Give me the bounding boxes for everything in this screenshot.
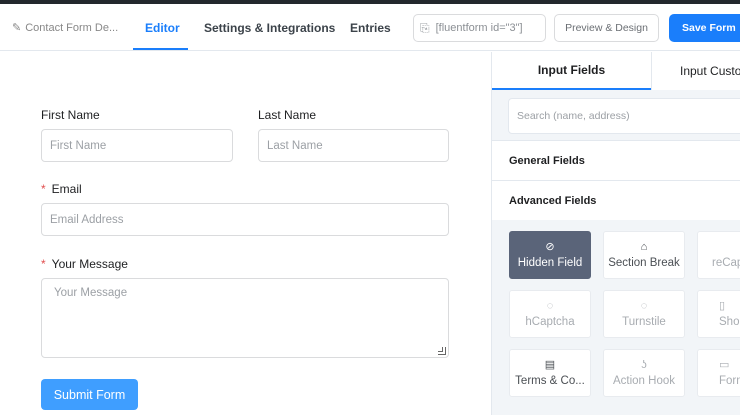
field-hcaptcha[interactable]: ◌ hCaptcha [509, 290, 591, 338]
copy-icon: ⎘ [420, 20, 430, 35]
field-hidden-field[interactable]: ⊘ Hidden Field [509, 231, 591, 279]
field-action-hook[interactable]: ʖ Action Hook [603, 349, 685, 397]
field-search-input[interactable]: Search (name, address) [508, 98, 740, 134]
tab-settings-integrations[interactable]: Settings & Integrations [204, 21, 335, 35]
form-step-icon: ▭ [719, 359, 730, 371]
field-terms-conditions[interactable]: ▤ Terms & Co... [509, 349, 591, 397]
tab-input-fields[interactable]: Input Fields [492, 52, 651, 90]
field-turnstile[interactable]: ◌ Turnstile [603, 290, 685, 338]
message-textarea[interactable]: Your Message [41, 278, 449, 358]
editor-header: ✎ Contact Form De... Editor Settings & I… [0, 4, 740, 51]
required-mark: * [41, 182, 46, 196]
terms-icon: ▤ [544, 359, 556, 371]
message-label: * Your Message [41, 257, 128, 271]
hcaptcha-icon: ◌ [546, 300, 554, 312]
form-title[interactable]: ✎ Contact Form De... [12, 21, 118, 35]
required-mark: * [41, 257, 46, 271]
field-recaptcha[interactable]: ◌ reCaptcha [697, 231, 740, 279]
field-form-step[interactable]: ▭ Form Step [697, 349, 740, 397]
last-name-label: Last Name [258, 108, 317, 122]
section-general-fields[interactable]: General Fields [492, 140, 740, 180]
field-section-break[interactable]: ⌂ Section Break [603, 231, 685, 279]
section-break-icon: ⌂ [640, 241, 648, 253]
email-label: * Email [41, 182, 82, 196]
preview-design-button[interactable]: Preview & Design [554, 14, 659, 42]
first-name-input[interactable]: First Name [41, 129, 233, 162]
tab-input-customization[interactable]: Input Customization [651, 52, 740, 90]
field-shortcode[interactable]: ▯ Shortcode [697, 290, 740, 338]
fields-sidebar: Input Fields Input Customization Search … [491, 52, 740, 415]
form-editor-canvas: First Name First Name Last Name Last Nam… [0, 52, 491, 415]
last-name-input[interactable]: Last Name [258, 129, 449, 162]
recaptcha-icon: ◌ [712, 241, 740, 253]
active-tab-indicator [133, 48, 188, 50]
shortcode-copy[interactable]: ⎘ [fluentform id="3"] [413, 14, 546, 42]
save-form-button[interactable]: Save Form [669, 14, 740, 42]
submit-form-button[interactable]: Submit Form [41, 379, 138, 410]
tab-editor[interactable]: Editor [145, 21, 180, 35]
hook-icon: ʖ [641, 359, 647, 371]
email-input[interactable]: Email Address [41, 203, 449, 236]
shortcode-icon: ▯ [719, 300, 726, 312]
section-advanced-fields[interactable]: Advanced Fields [492, 180, 740, 220]
tab-entries[interactable]: Entries [350, 21, 391, 35]
eye-slash-icon: ⊘ [545, 241, 555, 253]
turnstile-icon: ◌ [640, 300, 648, 312]
resize-handle[interactable] [438, 347, 446, 355]
first-name-label: First Name [41, 108, 100, 122]
edit-pencil-icon: ✎ [12, 22, 22, 34]
